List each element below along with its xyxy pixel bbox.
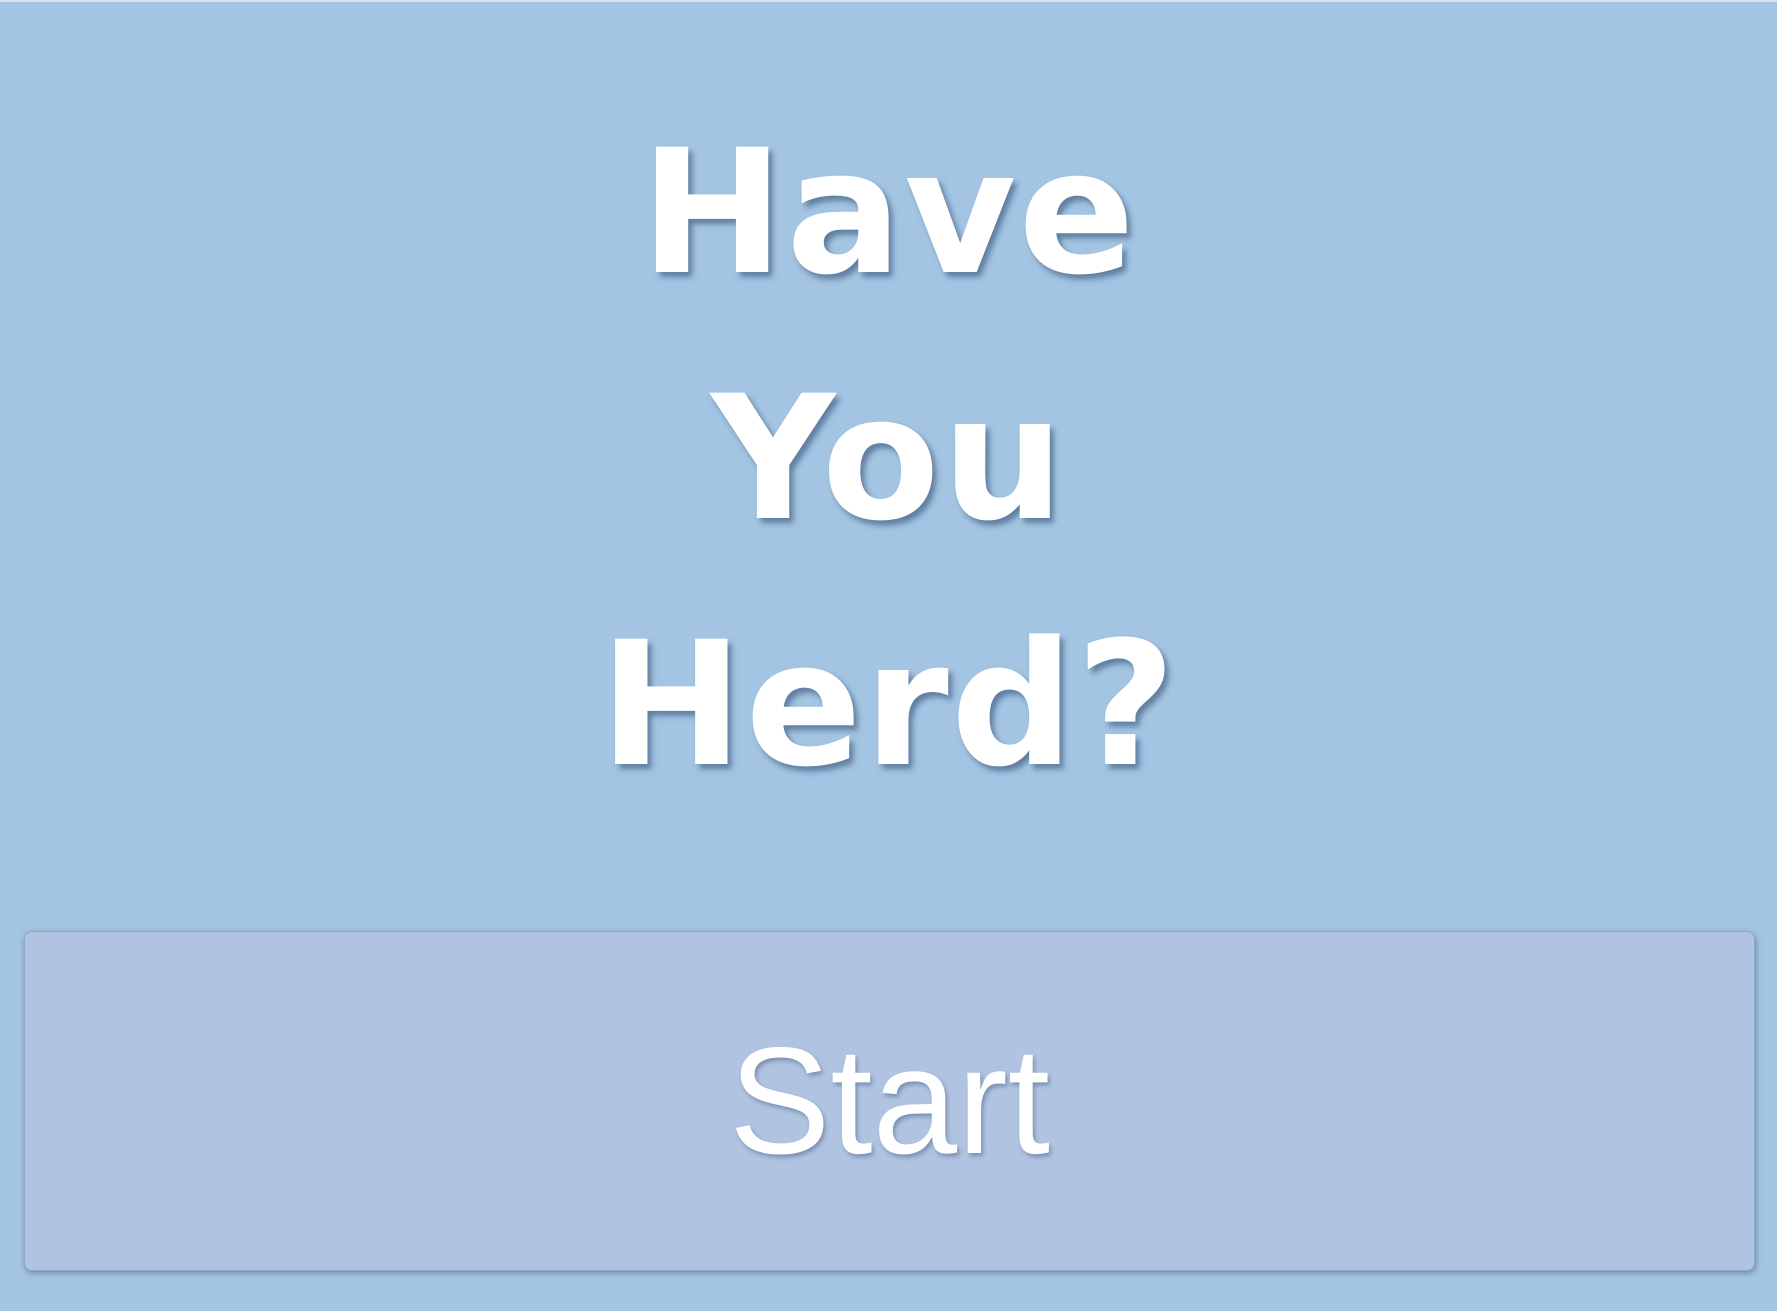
title-line-2: You xyxy=(710,358,1067,559)
start-button[interactable]: Start xyxy=(24,931,1755,1271)
game-title: Have You Herd? xyxy=(0,90,1777,828)
start-button-label: Start xyxy=(729,1015,1050,1186)
title-line-3: Herd? xyxy=(599,604,1178,805)
title-line-1: Have xyxy=(640,112,1137,313)
top-edge-divider xyxy=(0,0,1777,2)
